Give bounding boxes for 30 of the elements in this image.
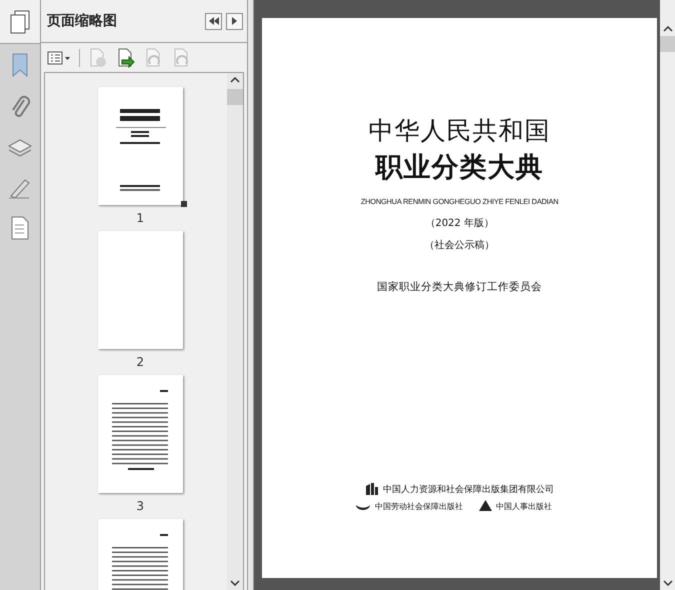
document-title: 中华人民共和国 [368,115,551,147]
imprint-name: 中国劳动社会保障出版社 [375,500,464,512]
options-button[interactable] [47,50,71,64]
page-number: 2 [136,355,144,369]
panel-title: 页面缩略图 [47,12,118,30]
right-arrow-icon [232,17,238,25]
double-left-icon [208,17,219,25]
imprint-name: 中国人事出版社 [496,500,552,512]
splitter[interactable] [247,0,254,590]
page-thumbnail[interactable] [98,231,183,349]
page-thumbnail[interactable] [98,87,183,205]
page-number: 3 [136,499,144,513]
pages-icon[interactable] [9,10,31,34]
scroll-thumb[interactable] [227,89,244,105]
edition-text: （2022 年版） [425,217,494,230]
building-logo-icon [365,482,380,496]
mountain-logo-icon [479,500,492,512]
page-number: 1 [136,211,144,225]
document-icon[interactable] [10,216,30,240]
committee-text: 国家职业分类大典修订工作委员会 [377,280,542,294]
expand-button[interactable] [226,12,244,30]
collapse-button[interactable] [205,12,222,30]
insert-page-button[interactable] [116,48,136,68]
scrollbar[interactable] [227,73,244,590]
scrollbar[interactable] [660,0,675,590]
draft-text: （社会公示稿） [424,238,495,252]
publisher-name: 中国人力资源和社会保障出版集团有限公司 [383,484,554,496]
page-thumbnail[interactable] [98,375,183,493]
scroll-thumb[interactable] [660,36,675,52]
document-title: 职业分类大典 [376,151,544,185]
